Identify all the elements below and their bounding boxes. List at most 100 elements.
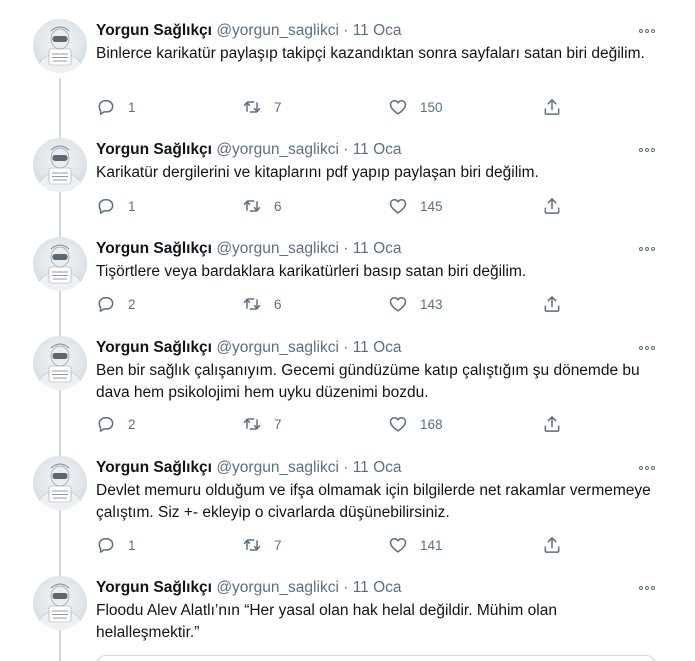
reply-button[interactable]: 2 [96,412,136,436]
heart-icon [388,196,408,216]
user-handle[interactable]: @yorgun_saglikci [216,579,339,596]
more-options-button[interactable] [637,241,657,257]
share-icon [542,414,562,434]
avatar[interactable] [33,576,87,630]
tweet-text: Binlerce karikatür paylaşıp takipçi kaza… [96,45,645,62]
tweet[interactable]: Yorgun Sağlıkçı @yorgun_saglikci · 11 Oc… [0,576,695,661]
like-button[interactable]: 168 [388,412,443,436]
tweet-header: Yorgun Sağlıkçı @yorgun_saglikci · 11 Oc… [96,338,402,358]
timestamp[interactable]: 11 Oca [353,339,402,356]
like-count: 150 [420,99,443,115]
display-name[interactable]: Yorgun Sağlıkçı [96,579,212,596]
display-name[interactable]: Yorgun Sağlıkçı [96,339,212,356]
share-button[interactable] [542,412,562,436]
avatar[interactable] [33,19,87,73]
tweet-header: Yorgun Sağlıkçı @yorgun_saglikci · 11 Oc… [96,578,402,598]
retweet-button[interactable]: 6 [242,292,282,316]
user-handle[interactable]: @yorgun_saglikci [216,141,339,158]
more-icon [638,586,656,590]
timestamp[interactable]: 11 Oca [353,240,402,257]
user-handle[interactable]: @yorgun_saglikci [216,339,339,356]
retweet-icon [242,97,262,117]
retweet-button[interactable]: 7 [242,95,282,119]
tweet-header: Yorgun Sağlıkçı @yorgun_saglikci · 11 Oc… [96,21,402,41]
timestamp[interactable]: 11 Oca [353,459,402,476]
like-count: 145 [420,198,443,214]
separator-dot: · [343,579,349,596]
share-button[interactable] [542,533,562,557]
tweet[interactable]: Yorgun Sağlıkçı @yorgun_saglikci · 11 Oc… [0,19,695,121]
timestamp[interactable]: 11 Oca [353,22,402,39]
reply-icon [96,196,116,216]
avatar[interactable] [33,336,87,390]
display-name[interactable]: Yorgun Sağlıkçı [96,459,212,476]
share-button[interactable] [542,292,562,316]
quoted-tweet-card[interactable] [96,655,656,661]
more-icon [638,148,656,152]
share-icon [542,97,562,117]
tweet[interactable]: Yorgun Sağlıkçı @yorgun_saglikci · 11 Oc… [0,138,695,220]
user-handle[interactable]: @yorgun_saglikci [216,240,339,257]
more-icon [638,247,656,251]
reply-icon [96,294,116,314]
avatar[interactable] [33,456,87,510]
separator-dot: · [343,240,349,257]
more-options-button[interactable] [637,23,657,39]
reply-icon [96,414,116,434]
tweet-actions: 2 7 168 [96,412,576,436]
tweet-header: Yorgun Sağlıkçı @yorgun_saglikci · 11 Oc… [96,140,402,160]
share-button[interactable] [542,95,562,119]
tweet-text: Karikatür dergilerini ve kitaplarını pdf… [96,164,539,181]
avatar[interactable] [33,237,87,291]
reply-icon [96,97,116,117]
tweet-text: Devlet memuru olduğum ve ifşa olmamak iç… [96,482,651,521]
tweet-header: Yorgun Sağlıkçı @yorgun_saglikci · 11 Oc… [96,458,402,478]
heart-icon [388,414,408,434]
retweet-button[interactable]: 7 [242,533,282,557]
reply-icon [96,535,116,555]
reply-button[interactable]: 1 [96,533,136,557]
timestamp[interactable]: 11 Oca [353,141,402,158]
retweet-icon [242,535,262,555]
reply-button[interactable]: 1 [96,95,136,119]
retweet-count: 6 [274,296,282,312]
more-options-button[interactable] [637,580,657,596]
reply-count: 1 [128,198,136,214]
separator-dot: · [343,339,349,356]
more-icon [638,346,656,350]
tweet[interactable]: Yorgun Sağlıkçı @yorgun_saglikci · 11 Oc… [0,237,695,319]
like-button[interactable]: 145 [388,194,443,218]
like-count: 168 [420,416,443,432]
retweet-button[interactable]: 7 [242,412,282,436]
avatar[interactable] [33,138,87,192]
share-button[interactable] [542,194,562,218]
retweet-count: 7 [274,99,282,115]
share-icon [542,294,562,314]
like-button[interactable]: 143 [388,292,443,316]
retweet-icon [242,414,262,434]
retweet-button[interactable]: 6 [242,194,282,218]
heart-icon [388,535,408,555]
tweet[interactable]: Yorgun Sağlıkçı @yorgun_saglikci · 11 Oc… [0,456,695,558]
share-icon [542,196,562,216]
user-handle[interactable]: @yorgun_saglikci [216,22,339,39]
timestamp[interactable]: 11 Oca [353,579,402,596]
more-options-button[interactable] [637,142,657,158]
separator-dot: · [343,141,349,158]
user-handle[interactable]: @yorgun_saglikci [216,459,339,476]
tweet-text: Floodu Alev Alatlı’nın “Her yasal olan h… [96,602,557,641]
display-name[interactable]: Yorgun Sağlıkçı [96,141,212,158]
like-button[interactable]: 150 [388,95,443,119]
tweet-header: Yorgun Sağlıkçı @yorgun_saglikci · 11 Oc… [96,239,402,259]
like-button[interactable]: 141 [388,533,443,557]
more-options-button[interactable] [637,340,657,356]
more-options-button[interactable] [637,460,657,476]
reply-count: 1 [128,99,136,115]
display-name[interactable]: Yorgun Sağlıkçı [96,22,212,39]
retweet-count: 7 [274,416,282,432]
tweet[interactable]: Yorgun Sağlıkçı @yorgun_saglikci · 11 Oc… [0,336,695,438]
reply-button[interactable]: 1 [96,194,136,218]
display-name[interactable]: Yorgun Sağlıkçı [96,240,212,257]
reply-button[interactable]: 2 [96,292,136,316]
retweet-count: 6 [274,198,282,214]
